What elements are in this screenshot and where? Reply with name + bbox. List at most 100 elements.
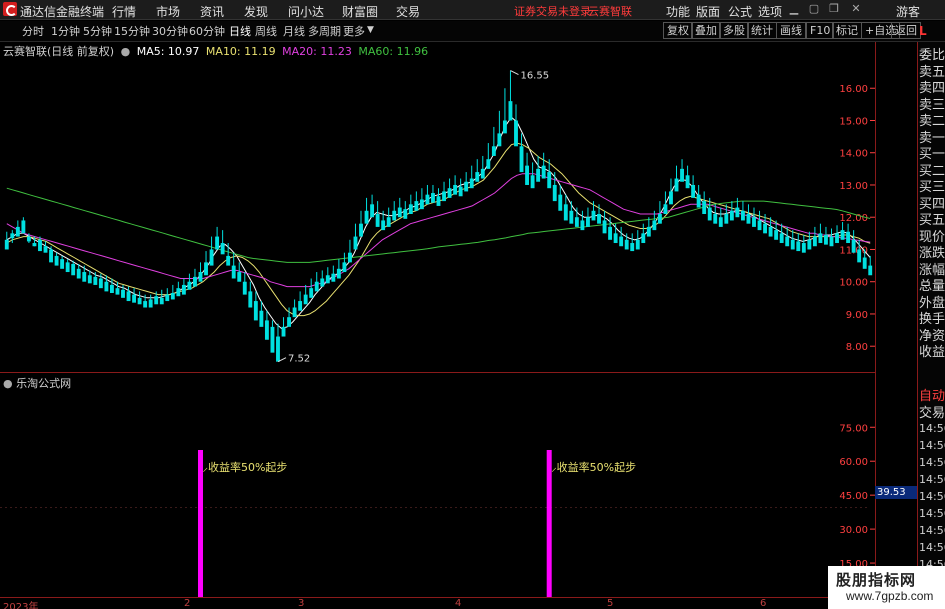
draw-button[interactable]: 画线 [776,22,806,39]
menu-wealth[interactable]: 财富圈 [342,3,378,20]
candle-body-95 [530,175,535,189]
x-tick-may: 5 [607,598,614,609]
candle-body-52 [292,307,297,318]
menu-news[interactable]: 资讯 [200,3,224,20]
ma20-label: MA20: 11.23 [282,45,352,58]
ind-tick-1: 30.00 [839,525,868,536]
candle-body-21 [121,289,125,298]
candle-body-57 [320,278,325,287]
candle-body-75 [419,199,424,210]
candle-body-122 [680,168,684,182]
subchart-dot-icon[interactable]: ● [3,377,13,390]
menu-options[interactable]: 选项 [758,3,782,20]
minimize-icon[interactable]: ▁ [786,1,802,17]
candle-body-117 [652,220,657,231]
candle-body-147 [818,233,823,244]
annot-arrow-0 [510,70,519,75]
candle-body-124 [691,184,696,198]
candle-body-92 [514,120,518,147]
candle-body-149 [829,236,834,247]
candle-body-112 [624,239,629,250]
maximize-icon[interactable]: ▢ [806,1,822,17]
menu-market[interactable]: 市场 [156,3,180,20]
period-tick[interactable]: 分时 [22,23,44,39]
candle-body-150 [835,233,839,244]
candle-body-49 [276,336,280,362]
candle-body-38 [215,236,220,250]
menu-layout[interactable]: 版面 [696,3,720,20]
overlay-button[interactable]: 叠加 [691,22,721,39]
x-axis [0,597,875,609]
period-monthly[interactable]: 月线 [283,23,305,39]
signal-label-0: ⸝收益率50%起步 [202,460,287,474]
candle-body-100 [558,194,563,211]
candle-body-43 [242,281,247,295]
adjust-button[interactable]: 复权 [663,22,693,39]
legend-dot-icon[interactable]: ● [121,45,131,58]
candle-body-19 [109,284,114,293]
candle-body-56 [314,281,319,292]
login-warning[interactable]: 证券交易未登录 [514,3,591,19]
candle-body-91 [508,101,513,121]
annot-label-0: 16.55 [520,71,549,82]
candle-body-59 [331,273,336,282]
price-axis-border [875,42,876,597]
candle-body-115 [641,233,646,244]
candle-body-37 [209,249,214,266]
candle-body-3 [21,220,26,234]
x-tick-mar: 3 [298,598,305,609]
menu-ask[interactable]: 问小达 [288,3,324,20]
candle-body-151 [840,230,845,240]
period-weekly[interactable]: 周线 [255,23,277,39]
trade-label-1[interactable]: 交易 [919,402,945,421]
candle-body-146 [812,236,817,247]
candle-body-79 [442,191,446,202]
trade-time-2: 14:56 [919,456,945,469]
price-tick-5: 13.00 [839,181,868,192]
menu-trade[interactable]: 交易 [396,3,420,20]
candle-body-58 [325,275,330,284]
kline-chart[interactable]: 8.009.0010.0011.0012.0013.0014.0015.0016… [0,42,875,597]
period-multi[interactable]: 多周期 [308,23,341,39]
candle-body-33 [187,281,192,290]
period-1min[interactable]: 1分钟 [51,23,80,39]
candle-body-148 [824,234,828,245]
candle-body-12 [71,263,76,276]
mark-button[interactable]: 标记 [832,22,862,39]
restore-icon[interactable]: ❐ [826,1,842,17]
period-5min[interactable]: 5分钟 [83,23,112,39]
menu-function[interactable]: 功能 [666,3,690,20]
period-more[interactable]: 更多 [343,23,365,39]
guest-label[interactable]: 游客 [896,3,920,20]
subchart-divider [0,372,875,373]
candle-body-24 [137,297,142,305]
multi-stock-button[interactable]: 多股 [719,22,749,39]
candle-body-13 [76,268,81,279]
candle-body-80 [447,188,452,198]
menu-quotes[interactable]: 行情 [112,3,136,20]
period-15min[interactable]: 15分钟 [114,23,150,39]
candle-body-154 [857,249,862,263]
candle-body-0 [4,239,9,250]
candle-body-133 [740,210,745,221]
candle-body-29 [165,294,170,302]
trade-time-0: 14:56 [919,422,945,435]
watermark-title: 股朋指标网 [836,571,917,589]
period-daily[interactable]: 日线 [229,23,251,39]
menu-discover[interactable]: 发现 [244,3,268,20]
f10-button[interactable]: F10 [806,22,835,39]
menu-formula[interactable]: 公式 [728,3,752,20]
candle-body-155 [862,257,867,269]
more-dropdown-icon[interactable]: ▼ [367,25,374,35]
candle-body-113 [630,243,635,252]
period-30min[interactable]: 30分钟 [152,23,188,39]
back-button[interactable]: 返回 [891,22,921,39]
candle-body-109 [608,226,613,240]
trade-time-7: 14:56 [919,541,945,554]
price-tick-7: 15.00 [839,116,868,127]
stats-button[interactable]: 统计 [747,22,777,39]
candle-body-20 [115,288,120,295]
candle-body-131 [729,210,734,221]
period-60min[interactable]: 60分钟 [189,23,225,39]
close-icon[interactable]: ✕ [848,1,864,17]
